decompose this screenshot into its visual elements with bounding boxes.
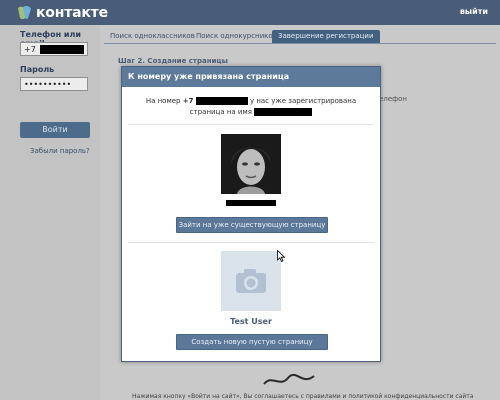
- tab-finish-registration[interactable]: Завершение регистрации: [272, 30, 380, 43]
- dialog-title: К номеру уже привязана страница: [122, 67, 380, 87]
- site-logo[interactable]: контакте: [16, 3, 108, 23]
- top-header: контакте выйти: [0, 0, 500, 25]
- logout-link[interactable]: выйти: [460, 7, 488, 16]
- password-value: ••••••••••: [24, 80, 72, 89]
- middle-separator: [128, 242, 374, 243]
- redacted-user-name: [226, 200, 276, 206]
- message-number: +7: [182, 97, 194, 105]
- password-input[interactable]: ••••••••••: [20, 77, 88, 91]
- create-new-page-button[interactable]: Создать новую пустую страницу: [176, 334, 328, 350]
- phone-value: +7: [24, 45, 36, 54]
- redacted-name: [254, 108, 313, 116]
- message-prefix: На номер: [145, 97, 181, 105]
- login-button[interactable]: Войти: [20, 122, 90, 138]
- camera-icon: [236, 269, 266, 293]
- portrait-image: [221, 134, 281, 194]
- top-separator: [128, 124, 374, 125]
- account-exists-dialog: К номеру уже привязана страница На номер…: [121, 66, 381, 362]
- footer-terms-text: Нажимая кнопку «Войти на сайт», Вы согла…: [132, 393, 474, 400]
- login-sidebar: Телефон или email +7 Пароль •••••••••• В…: [0, 25, 100, 400]
- message-middle: у нас уже зарегистрирована: [249, 97, 357, 105]
- new-user-avatar[interactable]: [221, 251, 281, 311]
- dialog-message: На номер +7 у нас уже зарегистрирована с…: [122, 96, 380, 118]
- new-user-name: Test User: [230, 317, 272, 326]
- forgot-password-link[interactable]: Забыли пароль?: [30, 147, 90, 155]
- logo-text: контакте: [36, 5, 108, 21]
- vk-logo-icon: [18, 5, 31, 20]
- tab-coursemates[interactable]: Поиск однокурсников: [190, 30, 283, 43]
- redacted-number: [195, 97, 248, 105]
- tab-divider: [104, 43, 496, 44]
- existing-user-photo[interactable]: [221, 134, 281, 194]
- redacted-phone: [40, 45, 85, 54]
- signature-mark: [263, 373, 315, 385]
- tab-classmates[interactable]: Поиск одноклассников: [104, 30, 201, 43]
- login-existing-button[interactable]: Зайти на уже существующую страницу: [176, 217, 328, 233]
- mouse-cursor-icon: [277, 250, 285, 262]
- message-line2: страница на имя: [189, 108, 252, 116]
- step-title: Шаг 2. Создание страницы: [118, 57, 228, 65]
- password-label: Пароль: [20, 65, 55, 74]
- phone-input[interactable]: +7: [20, 42, 88, 56]
